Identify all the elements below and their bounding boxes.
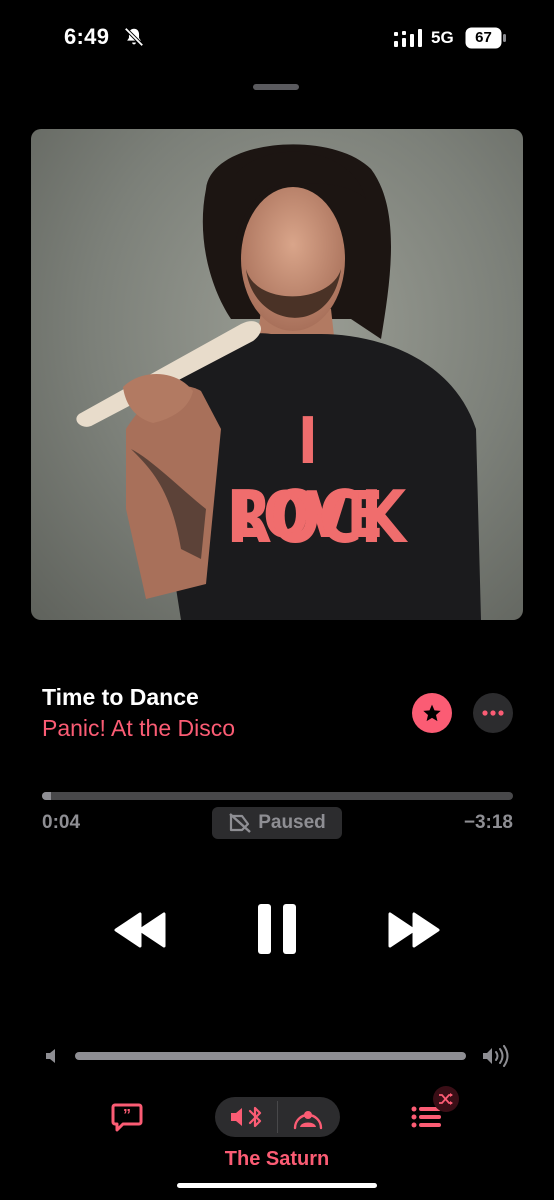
fast-forward-icon[interactable] [386, 912, 442, 948]
lossless-off-icon [229, 813, 252, 833]
elapsed-time: 0:04 [42, 812, 81, 833]
sheet-grabber[interactable] [253, 84, 299, 90]
battery-icon: 67 [465, 27, 507, 49]
bell-slash-icon [124, 27, 144, 47]
track-title: Time to Dance [42, 684, 199, 710]
star-icon [423, 704, 441, 722]
shareplay-icon[interactable] [290, 1104, 326, 1130]
album-artwork: I LOVE ROCK [31, 129, 523, 620]
pause-icon[interactable] [256, 902, 298, 956]
favorite-button[interactable] [412, 693, 452, 733]
volume-low-icon [46, 1049, 55, 1063]
battery-level: 67 [475, 29, 492, 46]
bluetooth-speaker-icon[interactable] [229, 1105, 265, 1129]
playback-progress-fill [42, 792, 52, 800]
playback-scrubber[interactable] [42, 792, 513, 800]
remaining-time: −3:18 [463, 812, 513, 833]
track-artist[interactable]: Panic! At the Disco [42, 715, 235, 742]
svg-text:”: ” [123, 1107, 131, 1124]
shuffle-badge [433, 1086, 459, 1112]
playback-state-badge: Paused [212, 807, 342, 839]
ellipsis-icon [482, 710, 504, 716]
more-options-button[interactable] [473, 693, 513, 733]
shirt-text-line2: ROCK [226, 475, 406, 559]
home-indicator[interactable] [177, 1183, 377, 1188]
volume-slider[interactable] [75, 1052, 466, 1060]
status-time: 6:49 [64, 24, 110, 49]
audio-output-divider [277, 1101, 278, 1133]
volume-slider-fill [75, 1052, 466, 1060]
lyrics-icon[interactable]: ” [111, 1102, 143, 1132]
volume-high-icon [483, 1045, 509, 1067]
signal-bars-icon [394, 29, 422, 47]
output-device-name[interactable]: The Saturn [0, 1148, 554, 1171]
shuffle-icon [439, 1093, 453, 1105]
rewind-icon[interactable] [112, 912, 168, 948]
playback-state-label: Paused [258, 812, 326, 833]
network-type: 5G [431, 28, 454, 47]
